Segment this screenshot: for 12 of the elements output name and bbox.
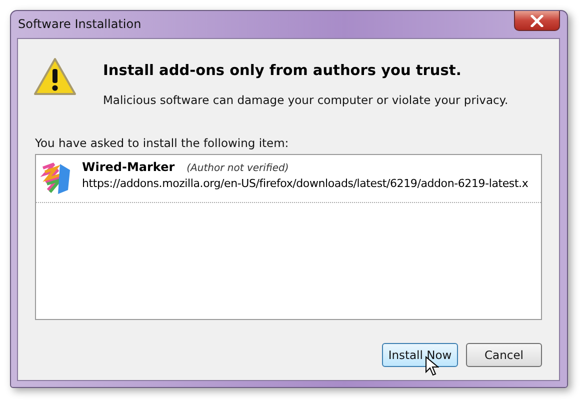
prompt-text: You have asked to install the following item: [35,136,290,150]
dialog-heading: Install add-ons only from authors you trust. [103,63,462,79]
close-button[interactable] [514,11,560,31]
window-title: Software Installation [18,17,142,31]
addon-url: https://addons.mozilla.org/en-US/firefox/downloads/latest/6219/addon-6219-latest.x [82,177,528,190]
warning-icon [33,57,77,97]
warning-text: Malicious software can damage your computer or violate your privacy. [103,93,508,107]
author-note: (Author not verified) [186,163,289,174]
close-icon [530,14,544,26]
marker-icon [40,160,72,196]
dialog-button[interactable]: Cancel [466,343,542,367]
addon-name: Wired-Marker [82,160,175,174]
